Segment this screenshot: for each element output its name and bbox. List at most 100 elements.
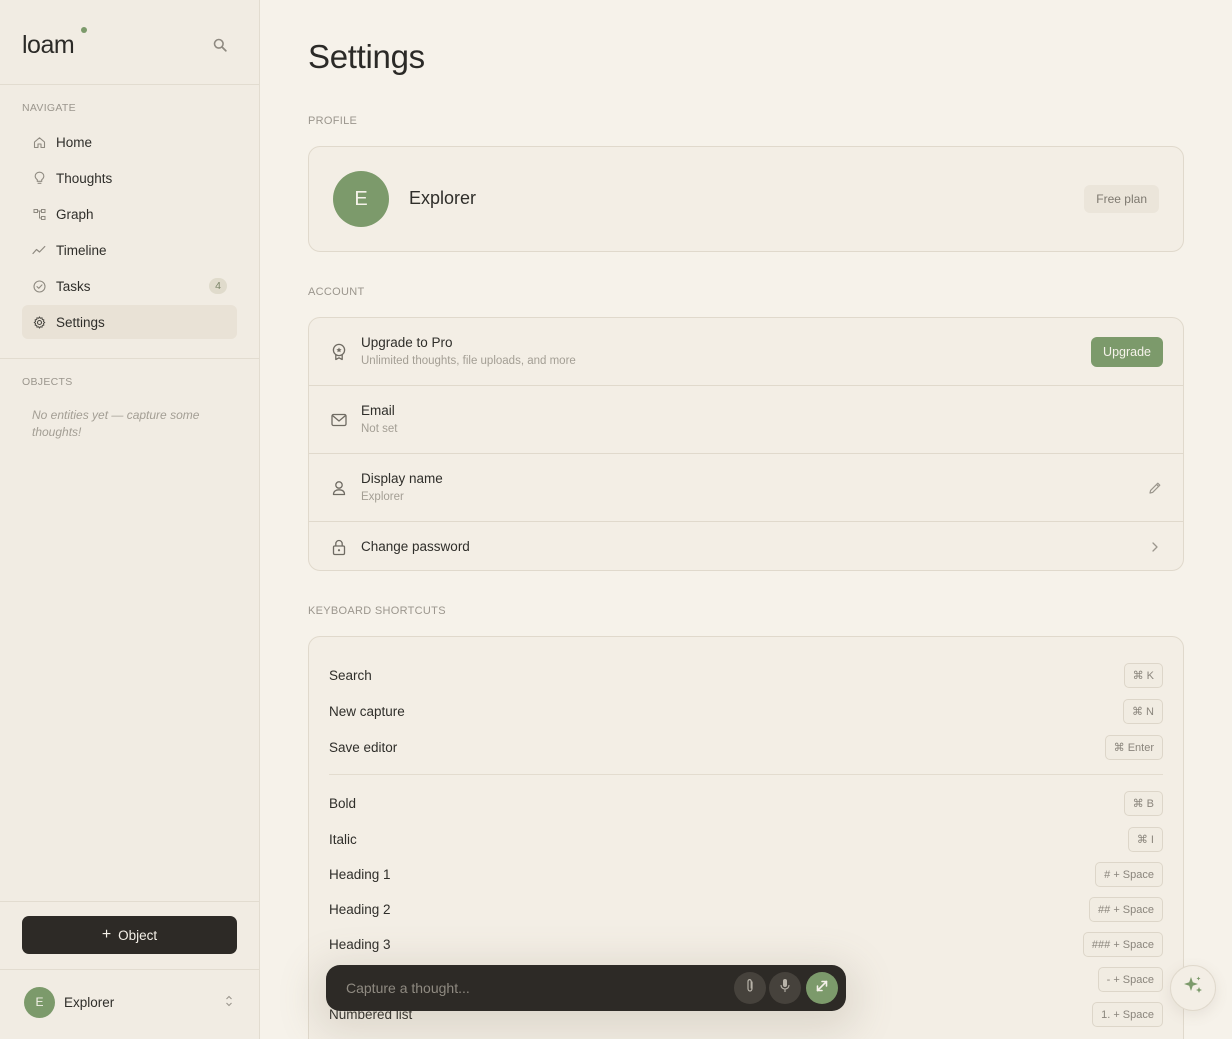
expand-icon — [815, 979, 829, 998]
gear-icon — [32, 315, 46, 329]
objects-section-title: OBJECTS — [22, 376, 73, 388]
shortcut-label: Save editor — [329, 740, 398, 755]
account-section-label: ACCOUNT — [308, 286, 365, 298]
shortcut-key: - + Space — [1097, 967, 1163, 992]
capture-input[interactable] — [346, 979, 726, 997]
upgrade-title: Upgrade to Pro — [361, 335, 453, 350]
sparkle-icon — [1181, 974, 1205, 1003]
avatar: E — [24, 986, 55, 1018]
sidebar-item-thoughts[interactable]: Thoughts — [22, 161, 237, 195]
lightbulb-icon — [32, 171, 46, 185]
upgrade-row: Upgrade to Pro Unlimited thoughts, file … — [309, 318, 1183, 386]
shortcut-row: Italic ⌘ I — [329, 827, 1163, 853]
upgrade-button[interactable]: Upgrade — [1091, 337, 1163, 367]
shortcut-key: ⌘ K — [1123, 663, 1163, 688]
shortcut-row: Search ⌘ K — [329, 663, 1163, 689]
shortcut-label: Heading 1 — [329, 867, 391, 882]
shortcut-row: Save editor ⌘ Enter — [329, 735, 1163, 761]
chevron-up-down-icon — [225, 994, 233, 1013]
sidebar-nav: Home Thoughts Graph Timeline Tasks 4 Set… — [22, 125, 237, 341]
shortcut-row: Heading 2 ## + Space — [329, 897, 1163, 923]
navigate-section-title: NAVIGATE — [22, 102, 76, 114]
shortcut-key: ⌘ Enter — [1104, 735, 1163, 760]
user-icon — [330, 479, 348, 497]
sidebar-item-label: Graph — [56, 206, 94, 222]
chevron-right-icon — [1147, 539, 1163, 555]
sidebar: loam NAVIGATE Home Thoughts Graph Timeli… — [0, 0, 260, 1039]
email-value: Not set — [361, 423, 398, 435]
timeline-icon — [32, 243, 46, 257]
shortcut-key: ⌘ B — [1123, 791, 1163, 816]
user-name: Explorer — [64, 994, 115, 1010]
shortcut-label: Bold — [329, 796, 357, 811]
sidebar-item-label: Settings — [56, 314, 105, 330]
mail-icon — [330, 411, 348, 429]
brand-name: loam — [22, 31, 75, 59]
sidebar-divider — [0, 358, 259, 359]
attach-button[interactable] — [734, 972, 766, 1004]
brand-logo[interactable]: loam — [22, 27, 87, 60]
shortcut-label: Heading 2 — [329, 902, 391, 917]
shortcuts-section-label: KEYBOARD SHORTCUTS — [308, 605, 446, 617]
shortcuts-divider — [329, 774, 1163, 775]
objects-empty-state: No entities yet — capture some thoughts! — [32, 408, 200, 439]
brand-dot — [81, 27, 87, 33]
sidebar-item-label: Thoughts — [56, 170, 113, 186]
lock-icon — [330, 538, 348, 556]
account-card: Upgrade to Pro Unlimited thoughts, file … — [308, 317, 1184, 571]
shortcut-key: ## + Space — [1089, 897, 1163, 922]
profile-section-label: PROFILE — [308, 115, 358, 127]
shortcut-label: New capture — [329, 704, 405, 719]
sidebar-item-settings[interactable]: Settings — [22, 305, 237, 339]
app-window: loam NAVIGATE Home Thoughts Graph Timeli… — [0, 0, 1232, 1039]
display-name-row: Display name Explorer — [309, 454, 1183, 522]
email-title: Email — [361, 403, 395, 418]
sidebar-item-tasks[interactable]: Tasks 4 — [22, 269, 237, 303]
shortcut-key: ⌘ I — [1127, 827, 1163, 852]
shortcut-label: Search — [329, 668, 372, 683]
shortcut-row: Bold ⌘ B — [329, 791, 1163, 817]
search-icon[interactable] — [209, 34, 231, 56]
shortcut-key: # + Space — [1095, 862, 1163, 887]
change-password-title: Change password — [361, 539, 470, 554]
pencil-icon[interactable] — [1147, 480, 1163, 496]
add-object-label: Object — [118, 927, 158, 943]
change-password-row[interactable]: Change password — [309, 522, 1183, 570]
add-object-button[interactable]: + Object — [22, 916, 237, 954]
sidebar-item-label: Home — [56, 134, 93, 150]
sidebar-item-timeline[interactable]: Timeline — [22, 233, 237, 267]
expand-button[interactable] — [806, 972, 838, 1004]
shortcut-row: New capture ⌘ N — [329, 699, 1163, 725]
ai-assistant-button[interactable] — [1170, 965, 1216, 1011]
email-row[interactable]: Email Not set — [309, 386, 1183, 454]
voice-button[interactable] — [769, 972, 801, 1004]
plus-icon: + — [101, 926, 112, 943]
sidebar-item-label: Tasks — [56, 278, 91, 294]
display-name-value: Explorer — [361, 491, 404, 503]
sidebar-divider — [0, 84, 259, 85]
page-title: Settings — [308, 38, 425, 75]
sidebar-item-home[interactable]: Home — [22, 125, 237, 159]
sidebar-item-graph[interactable]: Graph — [22, 197, 237, 231]
display-name-title: Display name — [361, 471, 443, 486]
avatar: E — [333, 171, 389, 227]
upgrade-subtitle: Unlimited thoughts, file uploads, and mo… — [361, 355, 576, 367]
shortcut-key: ⌘ N — [1123, 699, 1163, 724]
shortcut-label: Italic — [329, 832, 357, 847]
sidebar-divider — [0, 969, 259, 970]
shortcut-label: Heading 3 — [329, 937, 391, 952]
award-icon — [330, 343, 348, 361]
user-menu[interactable]: E Explorer — [22, 986, 237, 1018]
shortcut-key: ### + Space — [1082, 932, 1163, 957]
plan-badge: Free plan — [1084, 185, 1159, 213]
tasks-count-badge: 4 — [209, 278, 227, 294]
graph-icon — [32, 207, 46, 221]
profile-name: Explorer — [409, 188, 477, 208]
paperclip-icon — [745, 978, 755, 998]
home-icon — [32, 135, 46, 149]
sidebar-divider — [0, 901, 259, 902]
shortcut-key: 1. + Space — [1092, 1002, 1163, 1027]
microphone-icon — [780, 978, 790, 998]
sidebar-item-label: Timeline — [56, 242, 107, 258]
shortcut-row: Heading 3 ### + Space — [329, 932, 1163, 958]
